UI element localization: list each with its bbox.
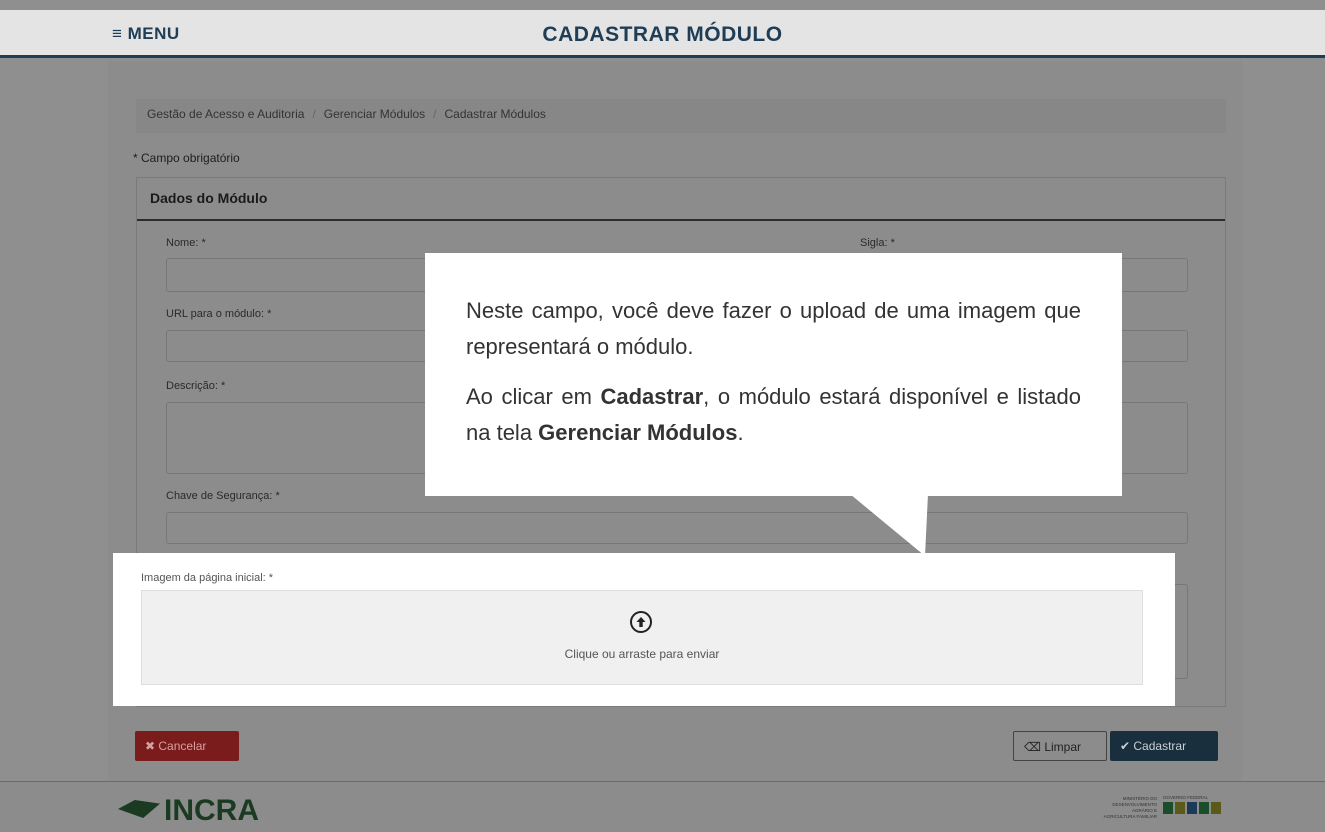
descricao-label: Descrição: * [166, 380, 226, 392]
image-upload-highlight: Imagem da página inicial: * Clique ou ar… [113, 553, 1175, 706]
callout-text-2: Ao clicar em Cadastrar, o módulo estará … [466, 384, 1081, 445]
top-bar: ≡ MENU CADASTRAR MÓDULO [0, 10, 1325, 58]
submit-button[interactable]: ✔ Cadastrar [1110, 731, 1218, 761]
required-note: * Campo obrigatório [133, 151, 240, 165]
breadcrumb-item: Cadastrar Módulos [444, 107, 546, 121]
breadcrumb-item[interactable]: Gerenciar Módulos [324, 107, 425, 121]
chave-input[interactable] [166, 512, 1188, 544]
breadcrumb: Gestão de Acesso e Auditoria / Gerenciar M… [136, 99, 1226, 133]
image-dropzone[interactable]: Clique ou arraste para enviar [141, 590, 1143, 685]
svg-text:GOVERNO FEDERAL: GOVERNO FEDERAL [1163, 795, 1209, 800]
section-title: Dados do Módulo [137, 178, 1225, 221]
incra-logo: INCRA [118, 794, 259, 828]
chave-label: Chave de Segurança: * [166, 490, 280, 502]
brasil-gov-logo: GOVERNO FEDERAL [1163, 795, 1221, 814]
breadcrumb-item[interactable]: Gestão de Acesso e Auditoria [147, 107, 304, 121]
clear-button-label: Limpar [1044, 740, 1081, 754]
clear-button[interactable]: ⌫ Limpar [1013, 731, 1107, 761]
cancel-button[interactable]: ✖ Cancelar [135, 731, 239, 761]
sigla-label: Sigla: * [860, 237, 895, 249]
ministry-label: MINISTÉRIO DO DESENVOLVIMENTO AGRÁRIO E … [1103, 796, 1157, 819]
callout-text-1: Neste campo, você deve fazer o upload de… [466, 298, 1081, 359]
callout-pointer [850, 494, 928, 556]
url-label: URL para o módulo: * [166, 308, 272, 320]
nome-label: Nome: * [166, 237, 206, 249]
footer: INCRA MINISTÉRIO DO DESENVOLVIMENTO AGRÁ… [0, 781, 1325, 832]
page-title: CADASTRAR MÓDULO [542, 23, 783, 46]
upload-icon [630, 611, 652, 633]
eraser-icon: ⌫ [1024, 740, 1041, 754]
tutorial-callout: Neste campo, você deve fazer o upload de… [425, 253, 1122, 496]
imagem-label: Imagem da página inicial: * [141, 572, 274, 584]
dropzone-text: Clique ou arraste para enviar [564, 647, 720, 661]
